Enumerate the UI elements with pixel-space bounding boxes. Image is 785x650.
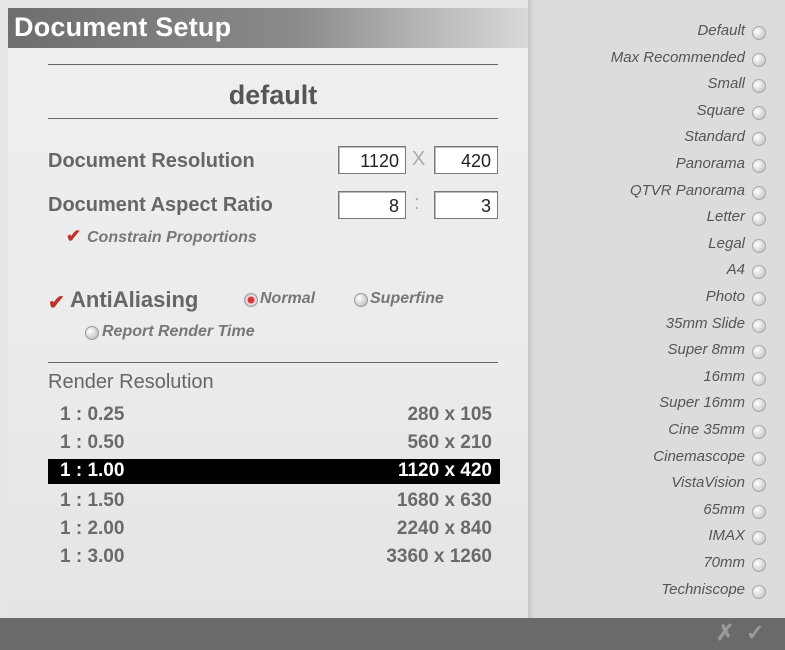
normal-label: Normal [260, 290, 316, 307]
ok-check-icon[interactable]: ✓ [746, 620, 764, 646]
render-resolution-row[interactable]: 1 : 3.00 3360 x 1260 [48, 545, 500, 570]
title-bar: Document Setup [8, 8, 528, 48]
aspect-height-input[interactable]: 3 [434, 191, 498, 219]
preset-item[interactable]: Photo [706, 288, 745, 305]
row-ratio: 1 : 0.50 [60, 432, 125, 453]
preset-item[interactable]: Cinemascope [653, 448, 745, 465]
preset-item[interactable]: IMAX [708, 527, 745, 544]
preset-name: default [228, 80, 318, 110]
preset-item[interactable]: 70mm [703, 554, 745, 571]
constrain-proportions-label: Constrain Proportions [87, 229, 257, 246]
preset-radio-icon[interactable] [752, 238, 766, 253]
preset-radio-icon[interactable] [752, 159, 766, 173]
preset-item[interactable]: Default [697, 22, 745, 39]
divider [48, 362, 498, 363]
preset-item[interactable]: Super 8mm [667, 341, 745, 358]
resolution-width-input[interactable]: 1120 [338, 146, 406, 174]
cancel-x-icon[interactable]: ✗ [716, 620, 734, 646]
preset-radio-icon[interactable] [752, 425, 766, 439]
render-resolution-row[interactable]: 1 : 0.25 280 x 105 [48, 403, 500, 428]
row-ratio: 1 : 1.00 [60, 460, 125, 481]
preset-item[interactable]: Techniscope [661, 581, 745, 598]
preset-item[interactable]: Square [697, 102, 745, 119]
aspect-width-input[interactable]: 8 [338, 191, 406, 219]
aspect-ratio-label: Document Aspect Ratio [48, 194, 273, 216]
settings-panel: Document Setup default Document Resoluti… [8, 8, 528, 618]
row-size: 2240 x 840 [396, 518, 492, 539]
resolution-height-input[interactable]: 420 [434, 146, 498, 174]
preset-radio-icon[interactable] [752, 451, 766, 466]
render-resolution-row[interactable]: 1 : 0.50 560 x 210 [48, 431, 500, 456]
preset-radio-icon[interactable] [752, 52, 766, 67]
row-ratio: 1 : 2.00 [60, 518, 125, 539]
preset-radio-icon[interactable] [752, 318, 766, 333]
window-title: Document Setup [14, 12, 232, 42]
normal-radio-icon[interactable] [244, 293, 258, 307]
superfine-label: Superfine [370, 290, 444, 307]
row-size: 1680 x 630 [396, 490, 492, 511]
document-setup-window: Document Setup default Document Resoluti… [0, 0, 785, 650]
render-resolution-header: Render Resolution [48, 371, 214, 393]
divider [48, 118, 498, 119]
preset-item[interactable]: A4 [727, 261, 745, 278]
preset-item[interactable]: 35mm Slide [666, 315, 745, 332]
preset-radio-icon[interactable] [752, 504, 766, 519]
render-resolution-row-selected[interactable]: 1 : 1.00 1120 x 420 [48, 459, 500, 484]
footer-bar: ✗ ✓ [0, 618, 785, 650]
preset-list-panel [528, 0, 785, 618]
render-resolution-row[interactable]: 1 : 1.50 1680 x 630 [48, 489, 500, 514]
preset-item[interactable]: Panorama [676, 155, 745, 172]
preset-radio-icon[interactable] [752, 558, 766, 572]
preset-item[interactable]: Cine 35mm [668, 421, 745, 438]
antialiasing-label: AntiAliasing [70, 287, 199, 312]
preset-radio-icon[interactable] [752, 292, 766, 306]
row-ratio: 1 : 0.25 [60, 404, 125, 425]
preset-item[interactable]: 65mm [703, 501, 745, 518]
preset-item[interactable]: Standard [684, 128, 745, 145]
antialiasing-checkbox-icon[interactable]: ✔ [48, 290, 65, 315]
constrain-checkbox-icon[interactable]: ✔ [66, 226, 81, 247]
preset-radio-icon[interactable] [752, 26, 766, 40]
resolution-separator: X [412, 148, 426, 170]
row-size: 560 x 210 [407, 432, 492, 453]
report-render-time-label: Report Render Time [102, 323, 255, 340]
report-render-time-radio-icon[interactable] [85, 326, 99, 340]
row-ratio: 1 : 1.50 [60, 490, 125, 511]
preset-item[interactable]: Legal [708, 235, 745, 252]
preset-item[interactable]: VistaVision [671, 474, 745, 491]
aspect-separator: : [414, 192, 420, 214]
row-size: 3360 x 1260 [386, 546, 492, 567]
preset-radio-icon[interactable] [752, 105, 766, 120]
divider [48, 64, 498, 65]
preset-item[interactable]: 16mm [703, 368, 745, 385]
superfine-radio-icon[interactable] [354, 293, 368, 307]
preset-radio-icon[interactable] [752, 371, 766, 386]
row-size: 280 x 105 [407, 404, 492, 425]
preset-item[interactable]: QTVR Panorama [630, 182, 745, 199]
preset-item[interactable]: Small [707, 75, 745, 92]
preset-item[interactable]: Letter [707, 208, 745, 225]
preset-radio-icon[interactable] [752, 185, 766, 200]
render-resolution-row[interactable]: 1 : 2.00 2240 x 840 [48, 517, 500, 542]
row-ratio: 1 : 3.00 [60, 546, 125, 567]
document-resolution-label: Document Resolution [48, 150, 255, 172]
row-size: 1120 x 420 [397, 460, 492, 481]
preset-radio-icon[interactable] [752, 584, 766, 599]
preset-item[interactable]: Super 16mm [659, 394, 745, 411]
preset-item[interactable]: Max Recommended [611, 49, 745, 66]
